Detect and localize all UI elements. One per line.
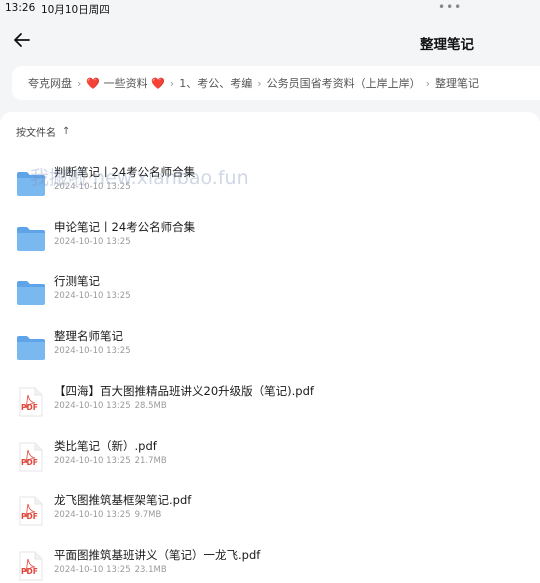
file-date: 2024-10-10 13:25 (54, 455, 131, 466)
file-name: 判断笔记丨24考公名师合集 (54, 165, 196, 179)
file-meta: 2024-10-10 13:25 21.7MB (54, 456, 167, 466)
file-row[interactable]: PDF 平面图推筑基班讲义（笔记）一龙飞.pdf 2024-10-10 13:25 2… (0, 544, 540, 583)
file-name: 整理名师笔记 (54, 329, 123, 344)
folder-icon (16, 331, 46, 363)
pdf-file-icon: PDF (16, 495, 46, 527)
folder-icon (16, 167, 46, 199)
sort-by-name-button[interactable]: 按文件名 ↑ (16, 124, 70, 139)
file-list-panel: 按文件名 ↑ 判断笔记丨24考公名师合集 2024-10-10 13:25 申论笔记… (0, 112, 540, 583)
folder-row[interactable]: 申论笔记丨24考公名师合集 2024-10-10 13:25 (0, 216, 540, 266)
file-meta: 2024-10-10 13:25 (54, 237, 131, 247)
chevron-right-icon: › (169, 76, 175, 90)
breadcrumb-item-resources[interactable]: ❤️ 一些资料 ❤️ (86, 75, 164, 91)
file-date: 2024-10-10 13:25 (54, 182, 131, 192)
file-date: 2024-10-10 13:25 (54, 400, 131, 411)
file-meta: 2024-10-10 13:25 (54, 346, 131, 356)
file-name: 龙飞图推筑基框架笔记.pdf (54, 493, 192, 508)
file-meta: 2024-10-10 13:25 9.7MB (54, 510, 161, 520)
file-name: 类比笔记（新）.pdf (54, 438, 157, 453)
page-title: 整理笔记 (420, 37, 474, 53)
file-size: 28.5MB (134, 400, 167, 411)
file-date: 2024-10-10 13:25 (54, 564, 131, 575)
breadcrumb-item-current[interactable]: 整理笔记 (435, 75, 479, 91)
file-meta: 2024-10-10 13:25 23.1MB (54, 565, 167, 575)
folder-row[interactable]: 整理名师笔记 2024-10-10 13:25 (0, 325, 540, 375)
file-date: 2024-10-10 13:25 (54, 510, 131, 521)
pdf-label: PDF (21, 512, 38, 522)
file-size: 9.7MB (134, 510, 162, 521)
breadcrumb-item-civil-service[interactable]: 公务员国省考资料（上岸上岸） (267, 75, 421, 91)
file-size: 23.1MB (134, 564, 167, 575)
chevron-right-icon: › (425, 76, 431, 90)
file-size: 21.7MB (134, 455, 167, 466)
pdf-file-icon: PDF (16, 441, 46, 473)
file-row[interactable]: PDF 【四海】百大图推精品班讲义20升级版（笔记).pdf 2024-10-10 … (0, 380, 540, 430)
file-date: 2024-10-10 13:25 (54, 236, 131, 247)
breadcrumb-item-root[interactable]: 夸克网盘 (28, 75, 72, 91)
breadcrumb: 夸克网盘 › ❤️ 一些资料 ❤️ › 1、考公、考编 › 公务员国省考资料（上… (12, 66, 540, 100)
file-meta: 2024-10-10 13:25 (54, 182, 131, 192)
file-date: 2024-10-10 13:25 (54, 346, 131, 357)
pdf-file-icon: PDF (16, 386, 46, 418)
multitask-dots[interactable]: ••• (438, 0, 462, 14)
file-row[interactable]: PDF 龙飞图推筑基框架笔记.pdf 2024-10-10 13:25 9.7MB (0, 489, 540, 539)
file-meta: 2024-10-10 13:25 (54, 291, 131, 301)
file-name: 行测笔记 (54, 274, 100, 289)
sort-ascending-icon: ↑ (62, 126, 71, 137)
status-date: 10月10日周四 (41, 4, 110, 16)
file-date: 2024-10-10 13:25 (54, 291, 131, 302)
pdf-label: PDF (21, 402, 38, 412)
status-bar: 13:26 10月10日周四 ••• (0, 0, 540, 18)
breadcrumb-item-exam[interactable]: 1、考公、考编 (179, 75, 252, 91)
file-name: 平面图推筑基班讲义（笔记）一龙飞.pdf (54, 547, 261, 562)
file-meta: 2024-10-10 13:25 28.5MB (54, 401, 167, 411)
folder-icon (16, 222, 46, 254)
pdf-label: PDF (21, 566, 38, 576)
top-bar: 整理笔记 (0, 22, 540, 62)
pdf-label: PDF (21, 457, 38, 467)
folder-row[interactable]: 判断笔记丨24考公名师合集 2024-10-10 13:25 (0, 161, 540, 211)
file-row[interactable]: PDF 类比笔记（新）.pdf 2024-10-10 13:25 21.7MB (0, 435, 540, 485)
chevron-right-icon: › (257, 76, 262, 90)
back-button[interactable] (10, 28, 34, 52)
status-time: 13:26 (5, 2, 36, 14)
folder-icon (16, 276, 46, 308)
back-arrow-icon (14, 33, 30, 47)
sort-label: 按文件名 (16, 128, 56, 139)
pdf-file-icon: PDF (16, 550, 46, 582)
file-name: 【四海】百大图推精品班讲义20升级版（笔记).pdf (54, 383, 314, 398)
file-name: 申论笔记丨24考公名师合集 (54, 219, 196, 234)
folder-row[interactable]: 行测笔记 2024-10-10 13:25 (0, 270, 540, 320)
chevron-right-icon: › (77, 76, 82, 90)
